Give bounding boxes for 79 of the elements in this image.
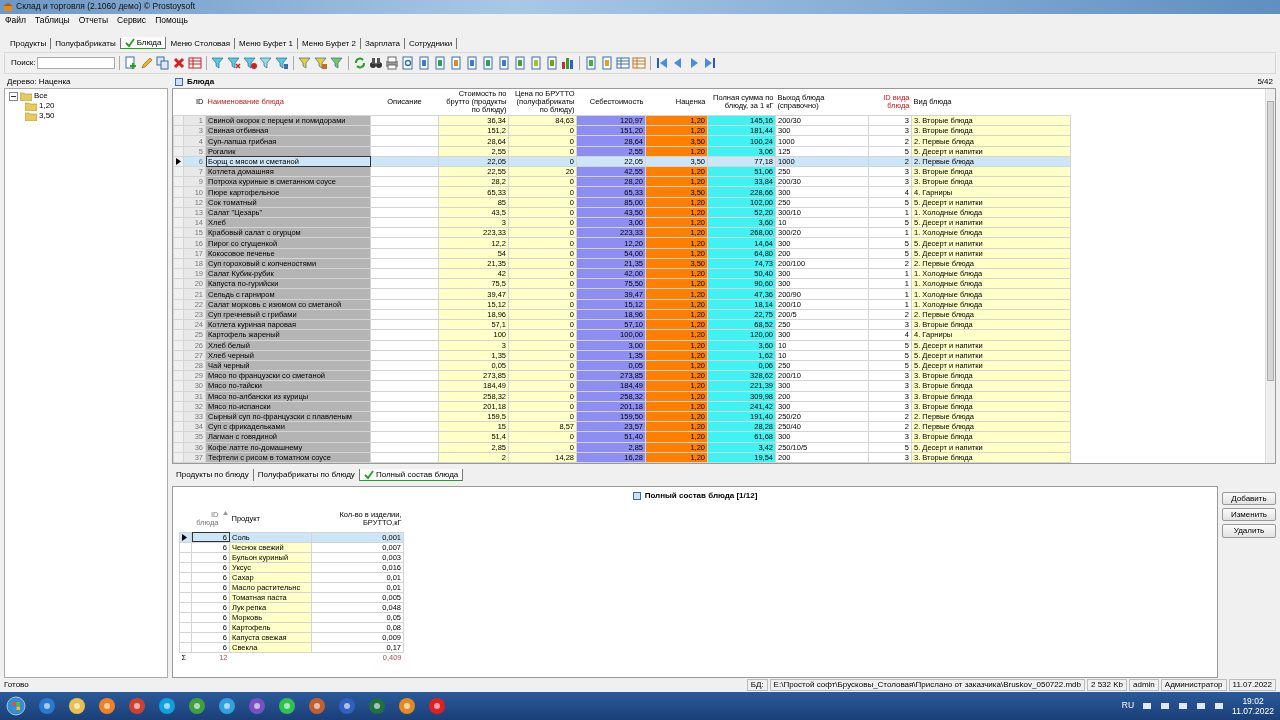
copy-icon[interactable] [156, 56, 171, 70]
binoculars-icon[interactable] [369, 56, 384, 70]
filter-icon[interactable] [227, 56, 242, 70]
row-pointer-icon [182, 534, 187, 541]
tab[interactable]: Полуфабрикаты по блюду [253, 469, 360, 481]
check-icon [363, 470, 374, 480]
grid-icon [632, 492, 641, 500]
check-icon [124, 38, 135, 48]
status-date: 11.07.2022 [1228, 679, 1276, 691]
add-icon[interactable] [124, 56, 139, 70]
printer-icon[interactable] [385, 56, 400, 70]
filter-icon[interactable] [211, 56, 226, 70]
clock-date: 11.07.2022 [1232, 706, 1274, 717]
menu-item[interactable]: Таблицы [34, 16, 70, 26]
document-icon[interactable] [513, 56, 528, 70]
filter-icon[interactable] [243, 56, 258, 70]
last-icon[interactable] [703, 56, 718, 70]
panel-title: Дерево: Наценка [7, 77, 71, 87]
sort-icon[interactable] [222, 510, 228, 515]
tab[interactable]: Продукты [6, 37, 52, 49]
tab[interactable]: Зарплата [360, 37, 405, 49]
action-button[interactable]: Удалить [1222, 524, 1276, 538]
filter-icon[interactable] [314, 56, 329, 70]
filter-icon[interactable] [259, 56, 274, 70]
filter-icon[interactable] [298, 56, 313, 70]
table-icon[interactable] [616, 56, 631, 70]
tab[interactable]: Сотрудники [404, 37, 458, 49]
record-counter: 5/42 [1257, 77, 1273, 87]
search-label: Поиск: [11, 58, 36, 68]
tab[interactable]: Продукты по блюду [172, 469, 254, 481]
document-icon[interactable] [481, 56, 496, 70]
tree-item[interactable]: 1,20 [39, 101, 55, 111]
file-path: E:\Простой софт\Брусковы_Столовая\Прислано от заказчика\Bruskov_050722.mdb [769, 679, 1085, 691]
db-label: БД: [746, 679, 768, 691]
action-button[interactable]: Добавить [1222, 492, 1276, 506]
document-icon[interactable] [545, 56, 560, 70]
file-size: 2 532 Kb [1087, 679, 1128, 691]
menu-item[interactable]: Отчеты [78, 16, 108, 26]
tab[interactable]: Полный состав блюда [359, 469, 464, 481]
tree-item[interactable]: 3,50 [39, 111, 55, 121]
panel-title: Блюда [187, 77, 215, 87]
document-icon[interactable] [465, 56, 480, 70]
clock-time: 19:02 [1242, 695, 1264, 706]
document-icon[interactable] [584, 56, 599, 70]
tab[interactable]: Полуфабрикаты [51, 37, 121, 49]
table-icon[interactable] [632, 56, 647, 70]
user-role: Администратор [1160, 679, 1227, 691]
table-icon[interactable] [188, 56, 203, 70]
action-button[interactable]: Изменить [1222, 508, 1276, 522]
status-text: Готово [4, 680, 29, 690]
document-icon[interactable] [449, 56, 464, 70]
tab[interactable]: Меню Буфет 1 [235, 37, 298, 49]
language-indicator[interactable]: RU [1121, 701, 1135, 711]
start-button[interactable] [6, 696, 26, 716]
pencil-icon[interactable] [140, 56, 155, 70]
tab[interactable]: Меню Столовая [166, 37, 236, 49]
delete-icon[interactable] [172, 56, 187, 70]
search-field[interactable] [37, 57, 116, 69]
filter-icon[interactable] [275, 56, 290, 70]
row-pointer-icon [176, 158, 181, 166]
menu-item[interactable]: Сервис [117, 16, 147, 26]
menu-item[interactable]: Помощь [155, 16, 188, 26]
tab[interactable]: Блюда [120, 37, 167, 49]
tab[interactable]: Меню Буфет 2 [298, 37, 361, 49]
panel-title: Полный состав блюда [1/12] [644, 491, 758, 501]
filter-icon[interactable] [330, 56, 345, 70]
document-icon[interactable] [433, 56, 448, 70]
preview-icon[interactable] [401, 56, 416, 70]
tree-item[interactable]: Все [34, 91, 48, 101]
document-icon[interactable] [497, 56, 512, 70]
document-icon[interactable] [417, 56, 432, 70]
collapse-icon[interactable] [9, 91, 18, 101]
menu-item[interactable]: Файл [5, 16, 26, 26]
user-name: admin [1129, 679, 1159, 691]
window-title: Склад и торговля (2.1060 демо) © Prostoysoft [16, 2, 195, 12]
first-icon[interactable] [655, 56, 670, 70]
bar-chart-icon[interactable] [561, 56, 576, 70]
grid-icon [175, 78, 183, 86]
scrollbar[interactable] [1265, 89, 1275, 463]
